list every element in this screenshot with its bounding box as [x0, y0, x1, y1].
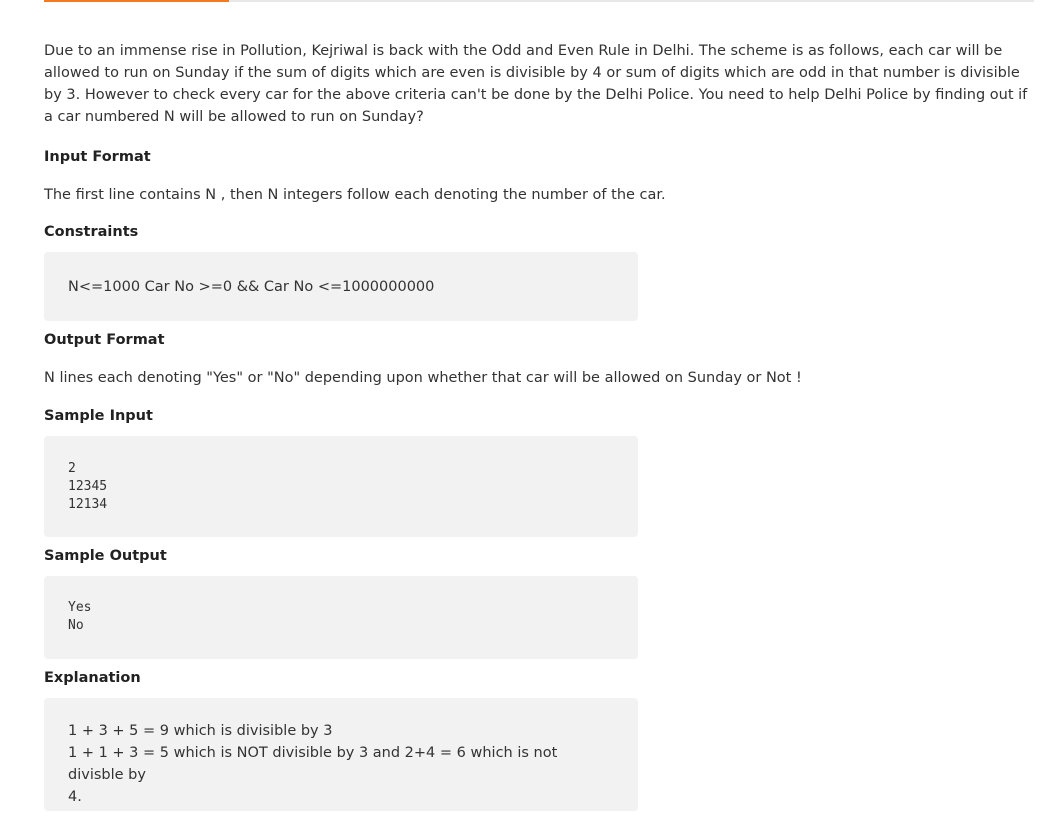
sample-input-box: 2 12345 12134 [44, 436, 638, 537]
sample-input-line: 2 [68, 461, 76, 476]
sample-input-line: 12134 [68, 497, 108, 512]
sample-output-line: Yes [68, 600, 92, 615]
output-format-heading: Output Format [44, 332, 165, 348]
input-format-heading: Input Format [44, 149, 151, 165]
constraints-box: N<=1000 Car No >=0 && Car No <=100000000… [44, 252, 638, 321]
explanation-line: 1 + 3 + 5 = 9 which is divisible by 3 [68, 723, 333, 739]
active-tab-indicator [44, 0, 229, 2]
input-format-text: The first line contains N , then N integ… [44, 187, 666, 203]
constraints-text: N<=1000 Car No >=0 && Car No <=100000000… [68, 279, 435, 295]
explanation-line: 1 + 1 + 3 = 5 which is NOT divisible by … [68, 745, 558, 783]
explanation-heading: Explanation [44, 670, 141, 686]
sample-output-line: No [68, 618, 84, 633]
explanation-line: 4. [68, 789, 82, 805]
tab-bar [44, 0, 1034, 2]
sample-output-heading: Sample Output [44, 548, 167, 564]
problem-statement: Due to an immense rise in Pollution, Kej… [44, 40, 1034, 811]
problem-description: Due to an immense rise in Pollution, Kej… [44, 43, 1028, 125]
sample-input-line: 12345 [68, 479, 108, 494]
sample-input-heading: Sample Input [44, 408, 153, 424]
constraints-heading: Constraints [44, 224, 139, 240]
sample-output-box: Yes No [44, 576, 638, 659]
explanation-box: 1 + 3 + 5 = 9 which is divisible by 3 1 … [44, 698, 638, 811]
output-format-text: N lines each denoting "Yes" or "No" depe… [44, 370, 802, 386]
